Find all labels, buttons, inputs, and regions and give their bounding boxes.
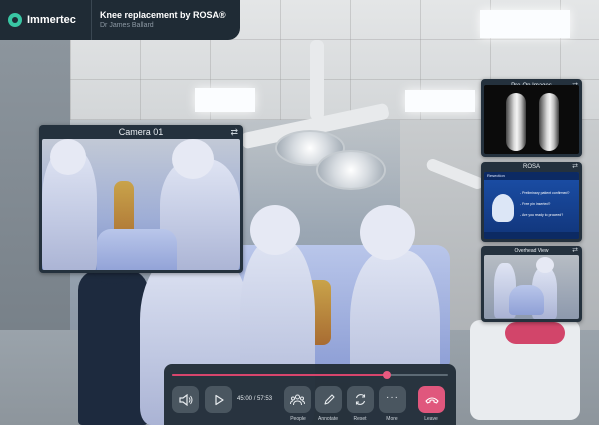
- rosa-knee-illustration: [492, 194, 514, 222]
- pencil-icon: [323, 393, 335, 405]
- xray-bone: [539, 93, 559, 151]
- camera-panel-title: Camera 01: [118, 127, 164, 137]
- annotate-button[interactable]: [315, 386, 342, 413]
- rosa-panel[interactable]: ROSA ⇄ Resection - Preliminary patient c…: [481, 162, 582, 242]
- rosa-robot-accent: [505, 322, 565, 344]
- speaker-icon: [178, 393, 192, 406]
- logo-icon: [8, 13, 22, 27]
- overhead-feed: [484, 255, 579, 319]
- surgeon-hood: [536, 257, 554, 273]
- rosa-screen-footer: [484, 232, 579, 239]
- rosa-screen: Resection - Preliminary patient confirme…: [484, 172, 579, 239]
- surgical-drape: [509, 285, 544, 315]
- play-button[interactable]: [205, 386, 232, 413]
- people-icon: [290, 394, 305, 405]
- logo-text: Immertec: [27, 14, 76, 26]
- surgeon-hood: [360, 205, 415, 260]
- progress-fill: [172, 374, 388, 376]
- playback-controls: 45:00 / 57:53 People Annotate Reset ··· …: [164, 364, 456, 425]
- audio-button[interactable]: [172, 386, 199, 413]
- reset-button[interactable]: [347, 386, 374, 413]
- playback-time: 45:00 / 57:53: [237, 396, 272, 402]
- phone-hangup-icon: [424, 396, 439, 404]
- title-bar: Immertec Knee replacement by ROSA® Dr Ja…: [0, 0, 240, 40]
- rosa-check-item: - Preliminary patient confirmed?: [520, 191, 570, 195]
- more-icon: ···: [386, 391, 399, 403]
- surgeon-hood: [50, 139, 86, 175]
- surgeon-name: Dr James Ballard: [100, 22, 154, 29]
- play-icon: [214, 394, 224, 405]
- camera-panel[interactable]: Camera 01 ⇄: [39, 125, 243, 273]
- swap-icon[interactable]: ⇄: [230, 127, 238, 137]
- time-total: 57:53: [257, 396, 273, 402]
- logo[interactable]: Immertec: [0, 0, 92, 40]
- swap-icon[interactable]: ⇄: [572, 162, 578, 172]
- time-current: 45:00: [237, 396, 253, 402]
- more-button[interactable]: ···: [379, 386, 406, 413]
- rosa-check-item: - Are you ready to proceed?: [520, 213, 564, 217]
- rosa-check-item: - Free pin inserted?: [520, 202, 551, 206]
- progress-handle[interactable]: [383, 371, 392, 379]
- more-label: More: [386, 416, 398, 422]
- surgical-lamp-arm: [310, 40, 324, 120]
- reset-icon: [355, 394, 366, 405]
- time-separator: /: [253, 396, 256, 402]
- preop-images-panel[interactable]: Pre-Op Images ⇄: [481, 79, 582, 157]
- camera-feed: [42, 139, 240, 270]
- leave-label: Leave: [424, 416, 438, 422]
- leave-button[interactable]: [418, 386, 445, 413]
- people-button[interactable]: [284, 386, 311, 413]
- xray-image: [484, 85, 579, 154]
- overhead-panel-header: Overhead View ⇄: [481, 246, 582, 255]
- surgeon-hood: [172, 139, 214, 179]
- rosa-checklist: - Preliminary patient confirmed? - Free …: [520, 188, 569, 221]
- camera-panel-header: Camera 01 ⇄: [39, 125, 243, 139]
- surgical-drape: [97, 229, 177, 270]
- overhead-view-panel[interactable]: Overhead View ⇄: [481, 246, 582, 322]
- session-title: Knee replacement by ROSA®: [100, 10, 226, 20]
- progress-bar[interactable]: [172, 371, 448, 379]
- surgical-lamp: [316, 150, 386, 190]
- scrub-person: [78, 270, 148, 425]
- session-info: Knee replacement by ROSA® Dr James Balla…: [92, 9, 226, 31]
- ceiling-light: [480, 10, 570, 38]
- ceiling-light: [405, 90, 475, 112]
- rosa-panel-title: ROSA: [522, 164, 540, 170]
- rosa-screen-header: Resection: [484, 172, 579, 180]
- rosa-panel-header: ROSA ⇄: [481, 162, 582, 172]
- xray-bone: [506, 93, 526, 151]
- overhead-panel-title: Overhead View: [514, 247, 549, 254]
- ceiling-light: [195, 88, 255, 112]
- surgeon-hood: [250, 205, 300, 255]
